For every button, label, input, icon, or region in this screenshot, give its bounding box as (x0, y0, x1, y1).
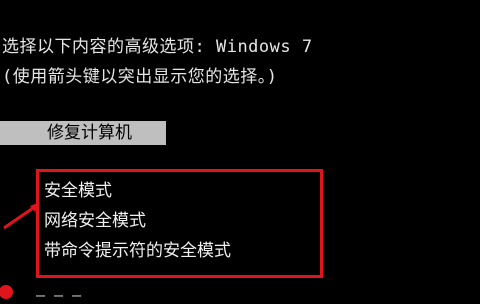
menu-item-safe-mode-command-prompt[interactable]: 带命令提示符的安全模式 (44, 240, 231, 262)
menu-item-safe-mode[interactable]: 安全模式 (44, 180, 112, 202)
header-instructions: (使用箭头键以突出显示您的选择。) (2, 67, 278, 87)
menu-item-repair-computer[interactable]: 修复计算机 (47, 122, 132, 144)
menu-item-safe-mode-networking[interactable]: 网络安全模式 (44, 210, 146, 232)
red-arrow-icon (0, 202, 40, 299)
header-title: 选择以下内容的高级选项: Windows 7 (2, 37, 313, 57)
partial-menu-line: — — — (36, 286, 82, 304)
boot-screen: 选择以下内容的高级选项: Windows 7 (使用箭头键以突出显示您的选择。)… (0, 0, 480, 304)
